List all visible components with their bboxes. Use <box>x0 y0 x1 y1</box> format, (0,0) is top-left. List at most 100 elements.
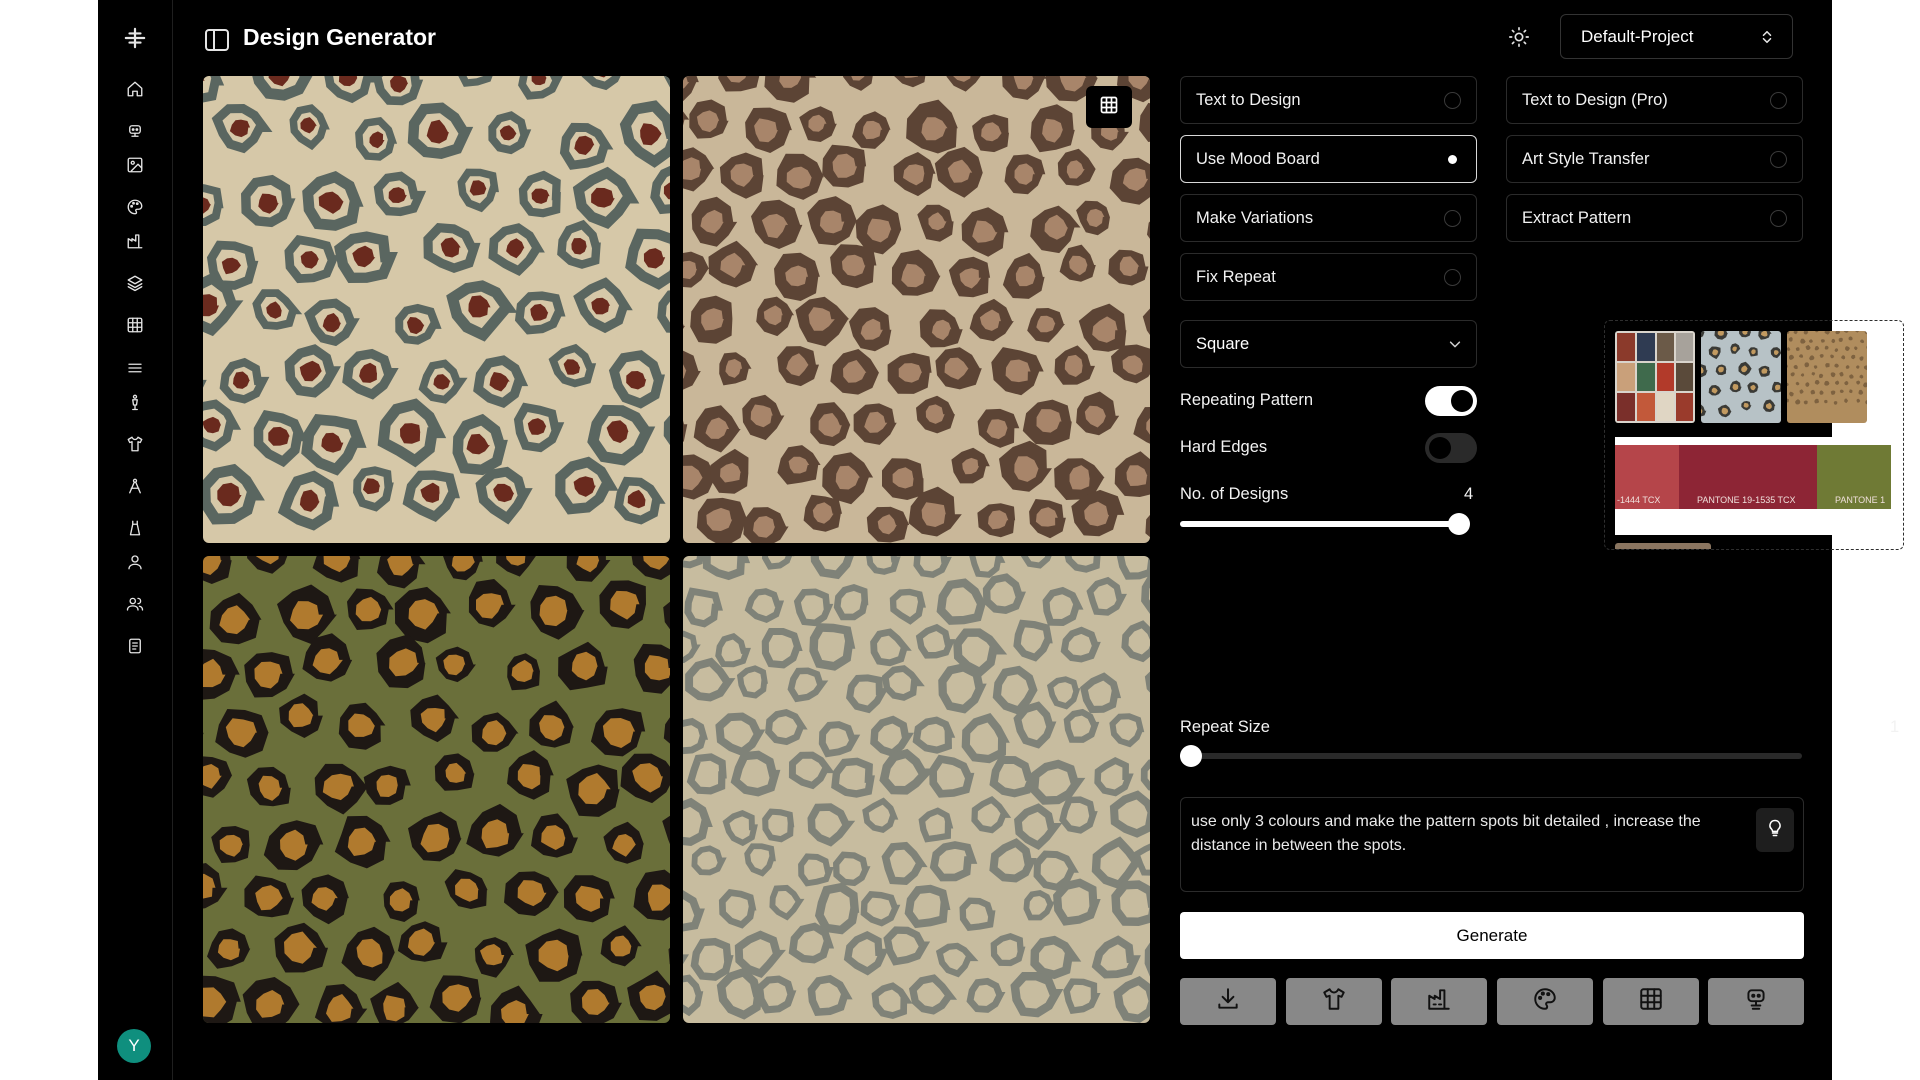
num-designs-value: 4 <box>1464 485 1474 503</box>
swatch-label: -1444 TCX <box>1617 495 1661 505</box>
num-designs-slider[interactable] <box>1180 513 1470 535</box>
shirt-icon[interactable] <box>123 432 147 456</box>
mood-board[interactable]: -1444 TCX PANTONE 19-1535 TCX PANTONE 1 <box>1604 320 1904 550</box>
page-title: Design Generator <box>243 24 436 50</box>
avatar[interactable]: Y <box>117 1029 151 1063</box>
sidebar-toggle-icon[interactable] <box>204 27 230 53</box>
grid-icon <box>1638 986 1664 1017</box>
mode-make-variations[interactable]: Make Variations <box>1180 194 1477 242</box>
radio-button[interactable] <box>1770 92 1787 109</box>
mannequin-icon[interactable] <box>123 390 147 414</box>
num-designs-label: No. of Designs <box>1180 485 1289 503</box>
radio-button-selected[interactable] <box>1444 151 1461 168</box>
layers-icon[interactable] <box>123 271 147 295</box>
design-image-2[interactable] <box>683 76 1150 543</box>
color-palette[interactable]: -1444 TCX PANTONE 19-1535 TCX PANTONE 1 <box>1615 437 1891 535</box>
mood-image-leopard-fabric[interactable] <box>1701 331 1781 423</box>
mood-image-partial[interactable] <box>1615 543 1711 549</box>
repeat-size-value: 1 <box>1890 718 1900 736</box>
robot-icon <box>1743 986 1769 1017</box>
project-select[interactable]: Default-Project <box>1560 14 1793 59</box>
theme-toggle-button[interactable] <box>1504 24 1534 54</box>
recolor-button[interactable] <box>1497 978 1593 1025</box>
lightbulb-icon <box>1765 818 1785 843</box>
shape-select[interactable]: Square <box>1180 320 1477 368</box>
mockup-button[interactable] <box>1286 978 1382 1025</box>
factory-icon <box>1426 986 1452 1017</box>
repeat-size-label: Repeat Size <box>1180 718 1270 736</box>
menu-icon[interactable] <box>123 356 147 380</box>
chevron-updown-icon <box>1760 28 1774 51</box>
slider-thumb[interactable] <box>1448 513 1470 535</box>
mode-fix-repeat[interactable]: Fix Repeat <box>1180 253 1477 301</box>
slider-thumb[interactable] <box>1180 745 1202 767</box>
mode-label: Text to Design <box>1196 90 1301 109</box>
mode-text-to-design-pro[interactable]: Text to Design (Pro) <box>1506 76 1803 124</box>
image-icon[interactable] <box>123 153 147 177</box>
download-button[interactable] <box>1180 978 1276 1025</box>
radio-button[interactable] <box>1770 210 1787 227</box>
chevron-down-icon <box>1448 337 1462 356</box>
design-image-4[interactable] <box>683 556 1150 1023</box>
project-select-value: Default-Project <box>1581 26 1694 46</box>
palette-swatch[interactable]: PANTONE 1 <box>1817 445 1891 509</box>
app-window: Y Design Generator Default-Project Text … <box>98 0 1904 1080</box>
mode-label: Use Mood Board <box>1196 149 1320 168</box>
shape-select-value: Square <box>1196 334 1250 353</box>
radio-button[interactable] <box>1770 151 1787 168</box>
toggle-knob <box>1451 390 1473 412</box>
repeat-size-slider[interactable] <box>1180 745 1802 767</box>
user-icon[interactable] <box>123 550 147 574</box>
mode-label: Extract Pattern <box>1522 208 1632 227</box>
swatch-label: PANTONE 19-1535 TCX <box>1697 495 1796 505</box>
palette-icon[interactable] <box>123 195 147 219</box>
design-image-3[interactable] <box>203 556 670 1023</box>
mood-image-texture[interactable] <box>1787 331 1867 423</box>
mode-label: Art Style Transfer <box>1522 149 1650 168</box>
radio-button[interactable] <box>1444 210 1461 227</box>
mode-extract-pattern[interactable]: Extract Pattern <box>1506 194 1803 242</box>
generate-button[interactable]: Generate <box>1180 912 1804 959</box>
ai-assistant-button[interactable] <box>1708 978 1804 1025</box>
radio-button[interactable] <box>1444 269 1461 286</box>
hard-edges-label: Hard Edges <box>1180 438 1268 456</box>
mode-label: Make Variations <box>1196 208 1314 227</box>
repeating-pattern-label: Repeating Pattern <box>1180 391 1314 409</box>
download-icon <box>1215 986 1241 1017</box>
mode-art-style-transfer[interactable]: Art Style Transfer <box>1506 135 1803 183</box>
prompt-text: use only 3 colours and make the pattern … <box>1191 813 1701 854</box>
home-icon[interactable] <box>123 77 147 101</box>
mode-label: Text to Design (Pro) <box>1522 90 1668 109</box>
robot-icon[interactable] <box>123 119 147 143</box>
toggle-knob <box>1429 437 1451 459</box>
grid-icon[interactable] <box>123 313 147 337</box>
hard-edges-toggle[interactable] <box>1425 433 1477 463</box>
compass-icon[interactable] <box>123 474 147 498</box>
palette-icon <box>1532 986 1558 1017</box>
palette-swatch[interactable]: PANTONE 19-1535 TCX <box>1679 445 1817 509</box>
repeat-preview-button[interactable] <box>1603 978 1699 1025</box>
design-image-1[interactable] <box>203 76 670 543</box>
users-icon[interactable] <box>123 592 147 616</box>
grid-view-button[interactable] <box>1086 86 1132 128</box>
palette-swatch[interactable]: -1444 TCX <box>1615 445 1679 509</box>
document-icon[interactable] <box>123 634 147 658</box>
repeating-pattern-toggle[interactable] <box>1425 386 1477 416</box>
prompt-ideas-button[interactable] <box>1756 808 1794 852</box>
production-button[interactable] <box>1391 978 1487 1025</box>
grid-icon <box>1099 95 1119 120</box>
radio-button[interactable] <box>1444 92 1461 109</box>
slider-fill <box>1180 521 1459 527</box>
sidebar: Y <box>98 0 173 1080</box>
logo-icon[interactable] <box>123 26 147 50</box>
prompt-textarea[interactable]: use only 3 colours and make the pattern … <box>1180 797 1804 892</box>
mood-image-fashion-collage[interactable] <box>1615 331 1695 423</box>
dress-icon[interactable] <box>123 516 147 540</box>
shirt-icon <box>1321 986 1347 1017</box>
sun-icon <box>1508 26 1530 53</box>
mode-label: Fix Repeat <box>1196 267 1276 286</box>
mode-use-mood-board[interactable]: Use Mood Board <box>1180 135 1477 183</box>
mode-text-to-design[interactable]: Text to Design <box>1180 76 1477 124</box>
factory-icon[interactable] <box>123 229 147 253</box>
swatch-label: PANTONE 1 <box>1835 495 1886 505</box>
